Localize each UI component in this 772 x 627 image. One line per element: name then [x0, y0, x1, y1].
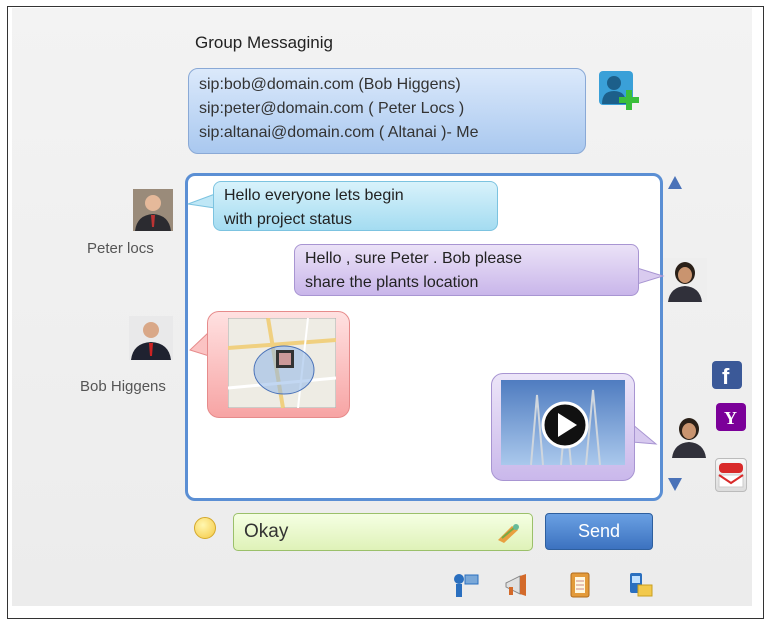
message-input[interactable] — [233, 513, 533, 551]
emoji-button[interactable] — [194, 517, 216, 539]
message-text: share the plants location — [305, 274, 479, 291]
scroll-down-arrow-icon[interactable] — [668, 478, 682, 491]
participant-item[interactable]: sip:altanai@domain.com ( Altanai )- Me — [199, 121, 585, 145]
participant-item[interactable]: sip:bob@domain.com (Bob Higgens) — [199, 73, 585, 97]
video-thumbnail[interactable] — [501, 380, 625, 466]
notebook-icon[interactable] — [566, 571, 594, 599]
message-text: Hello everyone lets begin — [224, 187, 404, 204]
add-user-icon[interactable] — [598, 70, 642, 112]
yahoo-icon[interactable]: Y — [716, 403, 746, 431]
message-bubble: Hello , sure Peter . Bob please share th… — [294, 244, 639, 296]
attach-icon[interactable] — [496, 522, 522, 544]
phone-icon[interactable] — [626, 571, 654, 599]
send-button[interactable]: Send — [545, 513, 653, 550]
message-text: Hello , sure Peter . Bob please — [305, 250, 523, 267]
user-name-bob: Bob Higgens — [80, 378, 166, 395]
map-thumbnail[interactable] — [227, 317, 337, 409]
bubble-tail — [637, 267, 665, 285]
page-title: Group Messaginig — [195, 33, 333, 52]
participant-item[interactable]: sip:peter@domain.com ( Peter Locs ) — [199, 97, 585, 121]
gmail-icon[interactable] — [715, 458, 747, 492]
message-text: with project status — [224, 211, 353, 228]
bubble-tail — [187, 193, 216, 209]
avatar-peter[interactable] — [133, 189, 173, 231]
message-bubble: Hello everyone lets begin with project s… — [213, 181, 498, 231]
bubble-tail — [632, 423, 658, 445]
svg-text:Y: Y — [724, 408, 737, 428]
participants-list: sip:bob@domain.com (Bob Higgens) sip:pet… — [188, 68, 586, 154]
scroll-up-arrow-icon[interactable] — [668, 176, 682, 189]
avatar-me[interactable] — [667, 414, 711, 458]
megaphone-icon[interactable] — [502, 571, 530, 599]
video-call-icon[interactable] — [452, 571, 480, 599]
svg-text:f: f — [722, 364, 730, 389]
user-name-peter: Peter locs — [87, 240, 154, 257]
facebook-icon[interactable]: f — [712, 361, 742, 389]
avatar-me[interactable] — [663, 258, 707, 302]
avatar-bob[interactable] — [129, 316, 173, 360]
